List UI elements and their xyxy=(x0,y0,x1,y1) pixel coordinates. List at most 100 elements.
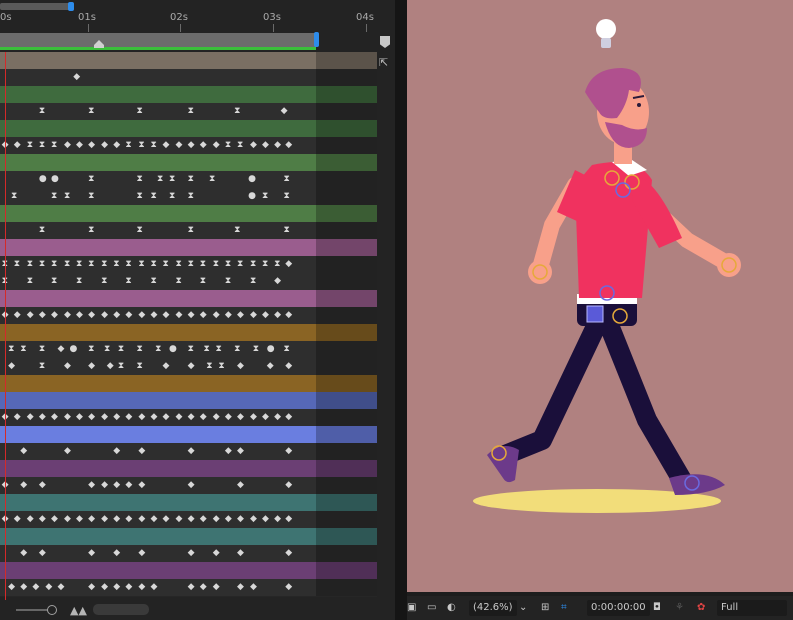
keyframe-icon[interactable]: ● xyxy=(267,345,275,354)
keyframe-icon[interactable]: ◆ xyxy=(88,481,95,490)
keyframe-icon[interactable]: ◆ xyxy=(225,413,232,422)
layer-bar[interactable] xyxy=(0,375,377,392)
time-navigator[interactable] xyxy=(0,3,72,10)
keyframe-icon[interactable]: ⧗ xyxy=(225,260,231,269)
keyframe-icon[interactable]: ⧗ xyxy=(137,345,143,354)
keyframe-icon[interactable]: ◆ xyxy=(138,583,145,592)
keyframe-icon[interactable]: ◆ xyxy=(51,311,58,320)
keyframe-icon[interactable]: ⧗ xyxy=(176,260,182,269)
keyframe-icon[interactable]: ◆ xyxy=(285,311,292,320)
keyframe-marker-icon[interactable] xyxy=(94,40,104,48)
keyframe-icon[interactable]: ⧗ xyxy=(262,192,268,201)
keyframe-icon[interactable]: ◆ xyxy=(125,515,132,524)
keyframe-icon[interactable]: ◆ xyxy=(113,549,120,558)
keyframe-icon[interactable]: ⧗ xyxy=(14,260,20,269)
keyframe-icon[interactable]: ◆ xyxy=(285,362,292,371)
keyframe-icon[interactable]: ⧗ xyxy=(188,345,194,354)
keyframe-icon[interactable]: ◆ xyxy=(14,515,21,524)
work-area-end-handle[interactable] xyxy=(314,32,319,47)
keyframe-icon[interactable]: ◆ xyxy=(163,362,170,371)
layer-bar[interactable] xyxy=(0,154,377,171)
keyframe-icon[interactable]: ⧗ xyxy=(76,260,82,269)
keyframe-icon[interactable]: ◆ xyxy=(101,515,108,524)
keyframe-icon[interactable]: ◆ xyxy=(250,141,257,150)
keyframe-icon[interactable]: ⧗ xyxy=(137,192,143,201)
keyframe-icon[interactable]: ◆ xyxy=(125,413,132,422)
keyframe-icon[interactable]: ⧗ xyxy=(88,192,94,201)
property-row[interactable]: ⧗ ⧗ ⧗ ⧗ ⧗ ⧗ xyxy=(0,222,377,240)
keyframe-icon[interactable]: ⧗ xyxy=(234,226,240,235)
camera-icon[interactable]: ◘ xyxy=(653,600,661,616)
keyframe-icon[interactable]: ◆ xyxy=(250,583,257,592)
keyframe-icon[interactable]: ⧗ xyxy=(125,141,131,150)
keyframe-icon[interactable]: ⧗ xyxy=(169,192,175,201)
property-row[interactable]: ◆◆⧗⧗⧗◆◆◆◆◆⧗⧗⧗◆◆◆◆◆⧗⧗◆◆◆◆ xyxy=(0,137,377,155)
keyframe-icon[interactable]: ◆ xyxy=(188,311,195,320)
keyframe-icon[interactable]: ◆ xyxy=(225,311,232,320)
property-row[interactable]: ◆ ◆ ◆ ◆ ◆ ◆ ◆ ◆ xyxy=(0,443,377,461)
layer-bar[interactable] xyxy=(0,392,377,409)
keyframe-icon[interactable]: ⧗ xyxy=(118,345,124,354)
keyframe-icon[interactable]: ◆ xyxy=(64,447,71,456)
composition-viewer[interactable] xyxy=(407,0,793,592)
keyframe-icon[interactable]: ◆ xyxy=(64,515,71,524)
keyframe-icon[interactable]: ⧗ xyxy=(234,107,240,116)
keyframe-icon[interactable]: ⧗ xyxy=(163,260,169,269)
keyframe-icon[interactable]: ◆ xyxy=(267,362,274,371)
keyframe-icon[interactable]: ⧗ xyxy=(150,192,156,201)
keyframe-icon[interactable]: ◆ xyxy=(138,447,145,456)
property-row[interactable]: ◆◆◆◆◆◆◆◆◆◆◆◆◆◆◆◆◆◆◆◆◆◆◆◆ xyxy=(0,409,377,427)
keyframe-icon[interactable]: ◆ xyxy=(250,311,257,320)
keyframe-icon[interactable]: ⧗ xyxy=(234,345,240,354)
keyframe-icon[interactable]: ◆ xyxy=(138,413,145,422)
keyframe-icon[interactable]: ◆ xyxy=(188,447,195,456)
keyframe-icon[interactable]: ⧗ xyxy=(125,277,131,286)
mountain-icon[interactable]: ▲▲ xyxy=(70,604,87,617)
keyframe-icon[interactable]: ◆ xyxy=(237,549,244,558)
keyframe-icon[interactable]: ◆ xyxy=(51,515,58,524)
keyframe-icon[interactable]: ⧗ xyxy=(8,345,14,354)
keyframe-icon[interactable]: ◆ xyxy=(237,311,244,320)
property-row[interactable]: ⧗ ⧗ ⧗ ⧗ ⧗ ◆ xyxy=(0,103,377,121)
layer-bar[interactable] xyxy=(0,86,377,103)
keyframe-icon[interactable]: ⧗ xyxy=(51,192,57,201)
keyframe-icon[interactable]: ⧗ xyxy=(237,141,243,150)
keyframe-icon[interactable]: ⧗ xyxy=(64,260,70,269)
pin-icon[interactable]: ⇱ xyxy=(379,56,388,69)
keyframe-icon[interactable]: ◆ xyxy=(113,141,120,150)
keyframe-icon[interactable]: ⧗ xyxy=(39,260,45,269)
keyframe-icon[interactable]: ◆ xyxy=(200,311,207,320)
keyframe-icon[interactable]: ◆ xyxy=(176,311,183,320)
keyframe-icon[interactable]: ◆ xyxy=(237,481,244,490)
keyframe-icon[interactable]: ⧗ xyxy=(213,260,219,269)
keyframe-icon[interactable]: ◆ xyxy=(138,481,145,490)
property-row[interactable]: ◆ xyxy=(0,69,377,87)
keyframe-icon[interactable]: ◆ xyxy=(262,515,269,524)
layer-bar[interactable] xyxy=(0,562,377,579)
keyframe-icon[interactable]: ⧗ xyxy=(157,175,163,184)
layer-bar[interactable] xyxy=(0,426,377,443)
keyframe-icon[interactable]: ◆ xyxy=(76,141,83,150)
property-row[interactable]: ⧗ ⧗ ⧗ ◆ ● ⧗ ⧗ ⧗ ⧗ ⧗ ● ⧗ ⧗ ⧗ ⧗ ⧗ ● ⧗ xyxy=(0,341,377,359)
keyframe-icon[interactable]: ◆ xyxy=(285,260,292,269)
keyframe-icon[interactable]: ⧗ xyxy=(27,277,33,286)
keyframe-icon[interactable]: ◆ xyxy=(39,481,46,490)
keyframe-icon[interactable]: ◆ xyxy=(101,141,108,150)
keyframe-icon[interactable]: ⧗ xyxy=(150,260,156,269)
keyframe-icon[interactable]: ◆ xyxy=(20,549,27,558)
mask-icon[interactable]: ▣ xyxy=(407,600,416,616)
layer-bar[interactable] xyxy=(0,528,377,545)
keyframe-icon[interactable]: ◆ xyxy=(20,447,27,456)
keyframe-icon[interactable]: ⧗ xyxy=(39,107,45,116)
keyframe-icon[interactable]: ◆ xyxy=(274,311,281,320)
keyframe-icon[interactable]: ⧗ xyxy=(216,345,222,354)
keyframe-icon[interactable]: ◆ xyxy=(20,583,27,592)
keyframe-icon[interactable]: ◆ xyxy=(27,515,34,524)
keyframe-icon[interactable]: ⧗ xyxy=(104,345,110,354)
keyframe-icon[interactable]: ⧗ xyxy=(137,107,143,116)
keyframe-icon[interactable]: ⧗ xyxy=(88,345,94,354)
keyframe-icon[interactable]: ◆ xyxy=(285,515,292,524)
grid-icon[interactable]: ⌗ xyxy=(561,600,567,616)
keyframe-icon[interactable]: ◆ xyxy=(113,583,120,592)
keyframe-icon[interactable]: ◆ xyxy=(113,481,120,490)
